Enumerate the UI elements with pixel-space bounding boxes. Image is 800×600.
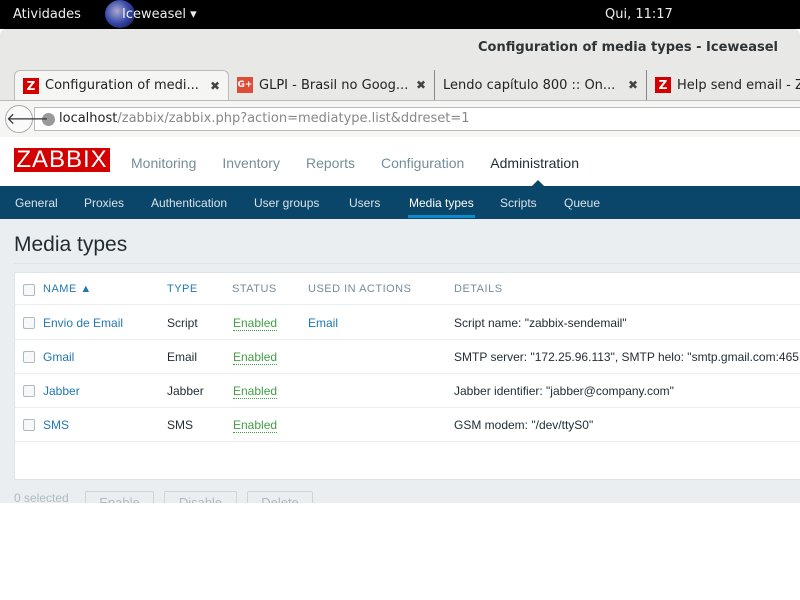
tab-media-types[interactable]: Z Configuration of medi... ✖ bbox=[14, 70, 229, 100]
media-type: Script bbox=[167, 316, 198, 330]
zabbix-favicon-icon: Z bbox=[23, 77, 39, 94]
zabbix-logo[interactable]: ZABBIX bbox=[14, 148, 110, 172]
google-plus-favicon-icon: G+ bbox=[237, 77, 253, 93]
nav-inventory[interactable]: Inventory bbox=[222, 155, 280, 171]
subnav-users[interactable]: Users bbox=[349, 196, 380, 210]
nav-configuration[interactable]: Configuration bbox=[381, 155, 464, 171]
activities-button[interactable]: Atividades bbox=[13, 7, 81, 22]
row-checkbox[interactable] bbox=[23, 419, 35, 431]
subnav-queue[interactable]: Queue bbox=[564, 196, 600, 210]
table-row: SMS SMS Enabled GSM modem: "/dev/ttyS0" bbox=[15, 408, 800, 442]
main-content: Media types NAME ▲ TYPE STATUS USED IN A… bbox=[0, 219, 800, 503]
table-header: NAME ▲ TYPE STATUS USED IN ACTIONS DETAI… bbox=[15, 273, 800, 305]
media-name-link[interactable]: Gmail bbox=[43, 350, 74, 364]
header-name[interactable]: NAME ▲ bbox=[43, 283, 92, 295]
header-used-in-actions: USED IN ACTIONS bbox=[308, 283, 412, 295]
media-details: GSM modem: "/dev/ttyS0" bbox=[454, 418, 594, 432]
tab-label: GLPI - Brasil no Goog... bbox=[259, 77, 409, 93]
close-icon[interactable]: ✖ bbox=[628, 78, 638, 92]
nav-administration[interactable]: Administration bbox=[490, 155, 579, 171]
url-host: localhost bbox=[59, 111, 118, 126]
select-all-checkbox[interactable] bbox=[23, 284, 35, 296]
url-input[interactable]: localhost/zabbix/zabbix.php?action=media… bbox=[34, 107, 800, 131]
enable-button[interactable]: Enable bbox=[85, 491, 154, 503]
table-row: Envio de Email Script Enabled Email Scri… bbox=[15, 306, 800, 340]
clock[interactable]: Qui, 11:17 bbox=[605, 7, 673, 22]
tab-glpi[interactable]: G+ GLPI - Brasil no Goog... ✖ bbox=[229, 70, 434, 100]
delete-button[interactable]: Delete bbox=[247, 491, 313, 503]
tab-bar: Z Configuration of medi... ✖ G+ GLPI - Bras… bbox=[0, 67, 800, 100]
media-type: Email bbox=[167, 350, 198, 364]
status-toggle[interactable]: Enabled bbox=[233, 418, 278, 433]
nav-monitoring[interactable]: Monitoring bbox=[131, 155, 196, 171]
status-toggle[interactable]: Enabled bbox=[233, 384, 278, 399]
active-subnav-underline bbox=[408, 215, 475, 218]
header-details: DETAILS bbox=[454, 283, 503, 295]
header-type[interactable]: TYPE bbox=[167, 283, 198, 295]
subnav-scripts[interactable]: Scripts bbox=[500, 196, 537, 210]
media-types-table: NAME ▲ TYPE STATUS USED IN ACTIONS DETAI… bbox=[14, 272, 800, 480]
zabbix-header: ZABBIX Monitoring Inventory Reports Conf… bbox=[0, 137, 800, 186]
app-menu[interactable]: Iceweasel ▾ bbox=[122, 7, 197, 22]
subnav-general[interactable]: General bbox=[15, 196, 58, 210]
media-name-link[interactable]: Envio de Email bbox=[43, 316, 123, 330]
action-link[interactable]: Email bbox=[308, 316, 338, 330]
divider bbox=[14, 263, 800, 264]
tab-help-send-email[interactable]: Z Help send email - Z bbox=[646, 70, 800, 100]
tab-label: Configuration of medi... bbox=[45, 78, 199, 93]
subnav-proxies[interactable]: Proxies bbox=[84, 196, 124, 210]
sub-nav: General Proxies Authentication User grou… bbox=[0, 186, 800, 219]
media-details: SMTP server: "172.25.96.113", SMTP helo:… bbox=[454, 350, 799, 364]
zabbix-favicon-icon: Z bbox=[655, 77, 671, 93]
row-checkbox[interactable] bbox=[23, 385, 35, 397]
table-row: Jabber Jabber Enabled Jabber identifier:… bbox=[15, 374, 800, 408]
row-checkbox[interactable] bbox=[23, 351, 35, 363]
subnav-media-types[interactable]: Media types bbox=[409, 196, 474, 210]
media-details: Script name: "zabbix-sendemail" bbox=[454, 316, 627, 330]
status-toggle[interactable]: Enabled bbox=[233, 316, 278, 331]
tab-label: Lendo capítulo 800 :: On... bbox=[443, 77, 616, 93]
row-checkbox[interactable] bbox=[23, 317, 35, 329]
tab-lendo[interactable]: Lendo capítulo 800 :: On... ✖ bbox=[434, 70, 646, 100]
tab-label: Help send email - Z bbox=[677, 77, 800, 93]
system-top-bar: Atividades Iceweasel ▾ Qui, 11:17 bbox=[0, 0, 800, 29]
nav-reports[interactable]: Reports bbox=[306, 155, 355, 171]
back-button[interactable]: 🡐 bbox=[5, 105, 49, 133]
close-icon[interactable]: ✖ bbox=[210, 79, 220, 93]
subnav-user-groups[interactable]: User groups bbox=[254, 196, 319, 210]
app-menu-label: Iceweasel bbox=[122, 7, 186, 22]
media-details: Jabber identifier: "jabber@company.com" bbox=[454, 384, 674, 398]
close-icon[interactable]: ✖ bbox=[416, 78, 426, 92]
window-title: Configuration of media types - Iceweasel bbox=[478, 40, 778, 55]
status-toggle[interactable]: Enabled bbox=[233, 350, 278, 365]
url-path: /zabbix/zabbix.php?action=mediatype.list… bbox=[117, 111, 470, 126]
media-type: Jabber bbox=[167, 384, 204, 398]
media-name-link[interactable]: SMS bbox=[43, 418, 69, 432]
selected-count: 0 selected bbox=[14, 491, 69, 503]
header-status: STATUS bbox=[232, 283, 277, 295]
media-name-link[interactable]: Jabber bbox=[43, 384, 80, 398]
table-row: Gmail Email Enabled SMTP server: "172.25… bbox=[15, 340, 800, 374]
subnav-authentication[interactable]: Authentication bbox=[151, 196, 227, 210]
navigation-bar: localhost/zabbix/zabbix.php?action=media… bbox=[0, 100, 800, 137]
page-title: Media types bbox=[14, 233, 128, 256]
media-type: SMS bbox=[167, 418, 194, 432]
browser-window: Configuration of media types - Iceweasel… bbox=[0, 29, 800, 137]
main-nav: Monitoring Inventory Reports Configurati… bbox=[131, 155, 579, 171]
disable-button[interactable]: Disable bbox=[164, 491, 237, 503]
